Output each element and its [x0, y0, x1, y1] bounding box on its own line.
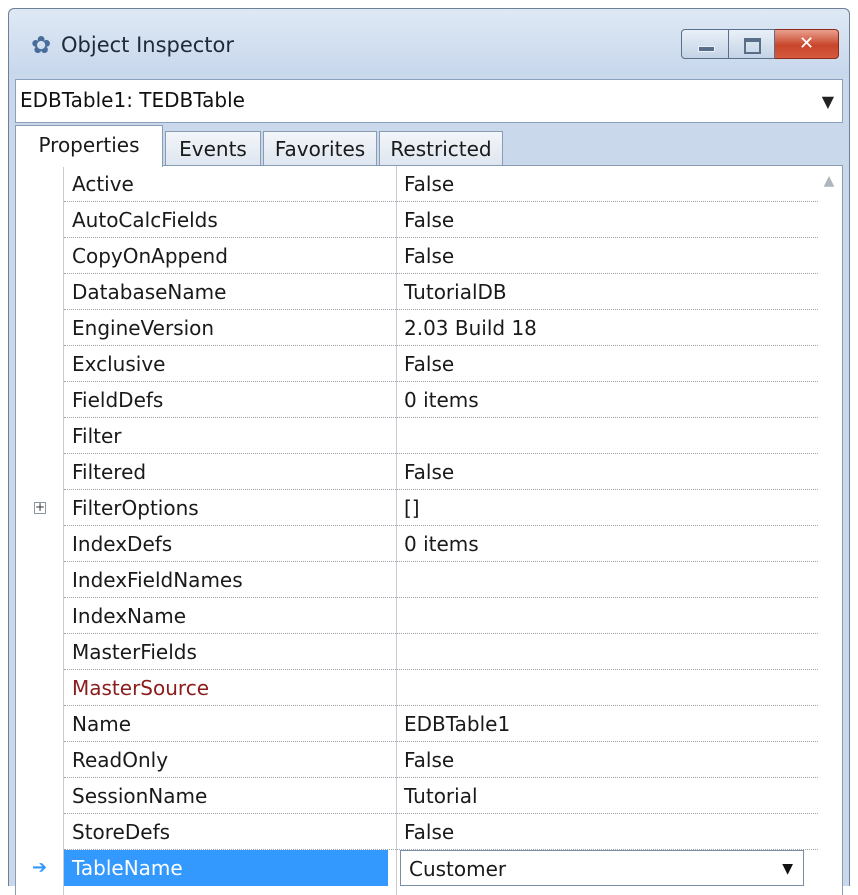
property-value-editor[interactable]: Customer ▼	[400, 850, 804, 886]
property-name: Filtered	[72, 460, 147, 484]
object-selector-value: EDBTable1: TEDBTable	[20, 88, 245, 112]
property-row[interactable]: Exclusive False	[16, 346, 818, 382]
property-value[interactable]: False	[404, 202, 454, 238]
property-value[interactable]: EDBTable1	[404, 706, 510, 742]
property-value[interactable]: TutorialDB	[404, 274, 507, 310]
property-name: Name	[72, 712, 132, 736]
property-value[interactable]: False	[404, 346, 454, 382]
property-row[interactable]: IndexDefs 0 items	[16, 526, 818, 562]
property-name: SessionName	[72, 784, 208, 808]
chevron-down-icon[interactable]: ▼	[782, 861, 793, 877]
property-name: MasterFields	[72, 640, 197, 664]
property-name: IndexDefs	[72, 532, 173, 556]
property-value[interactable]: 0 items	[404, 382, 479, 418]
property-name: CopyOnAppend	[72, 244, 228, 268]
property-name: TableName	[64, 850, 388, 886]
property-name: ReadOnly	[72, 748, 169, 772]
scroll-up-icon[interactable]: ▲	[818, 170, 840, 192]
property-row[interactable]: Filter	[16, 418, 818, 454]
property-value: Customer	[409, 857, 507, 881]
property-value[interactable]: False	[404, 814, 454, 850]
property-name: Filter	[72, 424, 122, 448]
expand-plus-icon[interactable]: +	[34, 501, 46, 514]
title-bar[interactable]: ✿ Object Inspector ✕	[9, 9, 849, 75]
maximize-icon	[744, 38, 761, 54]
property-value[interactable]: False	[404, 454, 454, 490]
property-name: IndexName	[72, 604, 187, 628]
property-value[interactable]: 0 items	[404, 526, 479, 562]
property-value[interactable]: []	[404, 490, 420, 526]
property-row[interactable]: MasterSource	[16, 670, 818, 706]
property-value[interactable]: False	[404, 742, 454, 778]
property-row[interactable]: StoreDefs False	[16, 814, 818, 850]
property-row[interactable]: Name EDBTable1	[16, 706, 818, 742]
property-row[interactable]: Active False	[16, 166, 818, 202]
property-value[interactable]: False	[404, 238, 454, 274]
tab-properties[interactable]: Properties	[15, 125, 163, 167]
property-name: AutoCalcFields	[72, 208, 218, 232]
property-row[interactable]: ➔ TableName Customer ▼	[16, 850, 818, 886]
minimize-button[interactable]	[681, 29, 729, 59]
property-row[interactable]: FieldDefs 0 items	[16, 382, 818, 418]
property-name: DatabaseName	[72, 280, 227, 304]
maximize-button[interactable]	[729, 29, 775, 59]
property-name: EngineVersion	[72, 316, 215, 340]
property-value[interactable]: Tutorial	[404, 778, 478, 814]
window-title: Object Inspector	[61, 33, 235, 57]
property-row[interactable]: CopyOnAppend False	[16, 238, 818, 274]
property-name: FieldDefs	[72, 388, 164, 412]
property-row[interactable]: IndexName	[16, 598, 818, 634]
chevron-down-icon[interactable]: ▼	[822, 92, 834, 111]
property-name: Active	[72, 172, 134, 196]
tab-events[interactable]: Events	[165, 131, 261, 167]
minimize-icon	[698, 46, 715, 52]
property-row[interactable]: DatabaseName TutorialDB	[16, 274, 818, 310]
property-name: StoreDefs	[72, 820, 171, 844]
property-row[interactable]: AutoCalcFields False	[16, 202, 818, 238]
close-icon: ✕	[798, 33, 815, 54]
property-row[interactable]: IndexFieldNames	[16, 562, 818, 598]
property-name: IndexFieldNames	[72, 568, 243, 592]
property-value[interactable]: 2.03 Build 18	[404, 310, 537, 346]
property-row[interactable]: SessionName Tutorial	[16, 778, 818, 814]
object-inspector-window: ✿ Object Inspector ✕ EDBTable1: TEDBTabl…	[8, 8, 850, 895]
object-selector-combobox[interactable]: EDBTable1: TEDBTable ▼	[15, 79, 843, 123]
property-name: Exclusive	[72, 352, 166, 376]
property-value[interactable]: False	[404, 166, 454, 202]
property-row[interactable]: EngineVersion 2.03 Build 18	[16, 310, 818, 346]
property-row[interactable]: + FilterOptions []	[16, 490, 818, 526]
property-row[interactable]: ReadOnly False	[16, 742, 818, 778]
close-button[interactable]: ✕	[775, 29, 839, 59]
property-grid[interactable]: ▲ Active False AutoCalcFields False CopyOnAp…	[15, 165, 843, 895]
current-row-arrow-icon: ➔	[32, 857, 48, 878]
property-row[interactable]: Filtered False	[16, 454, 818, 490]
property-name: FilterOptions	[72, 496, 199, 520]
property-name: MasterSource	[72, 676, 209, 700]
tab-favorites[interactable]: Favorites	[263, 131, 377, 167]
object-inspector-icon: ✿	[30, 31, 52, 59]
tab-restricted[interactable]: Restricted	[379, 131, 503, 167]
property-row[interactable]: MasterFields	[16, 634, 818, 670]
window-controls: ✕	[681, 29, 839, 61]
tab-strip: Properties Events Favorites Restricted	[15, 125, 843, 167]
